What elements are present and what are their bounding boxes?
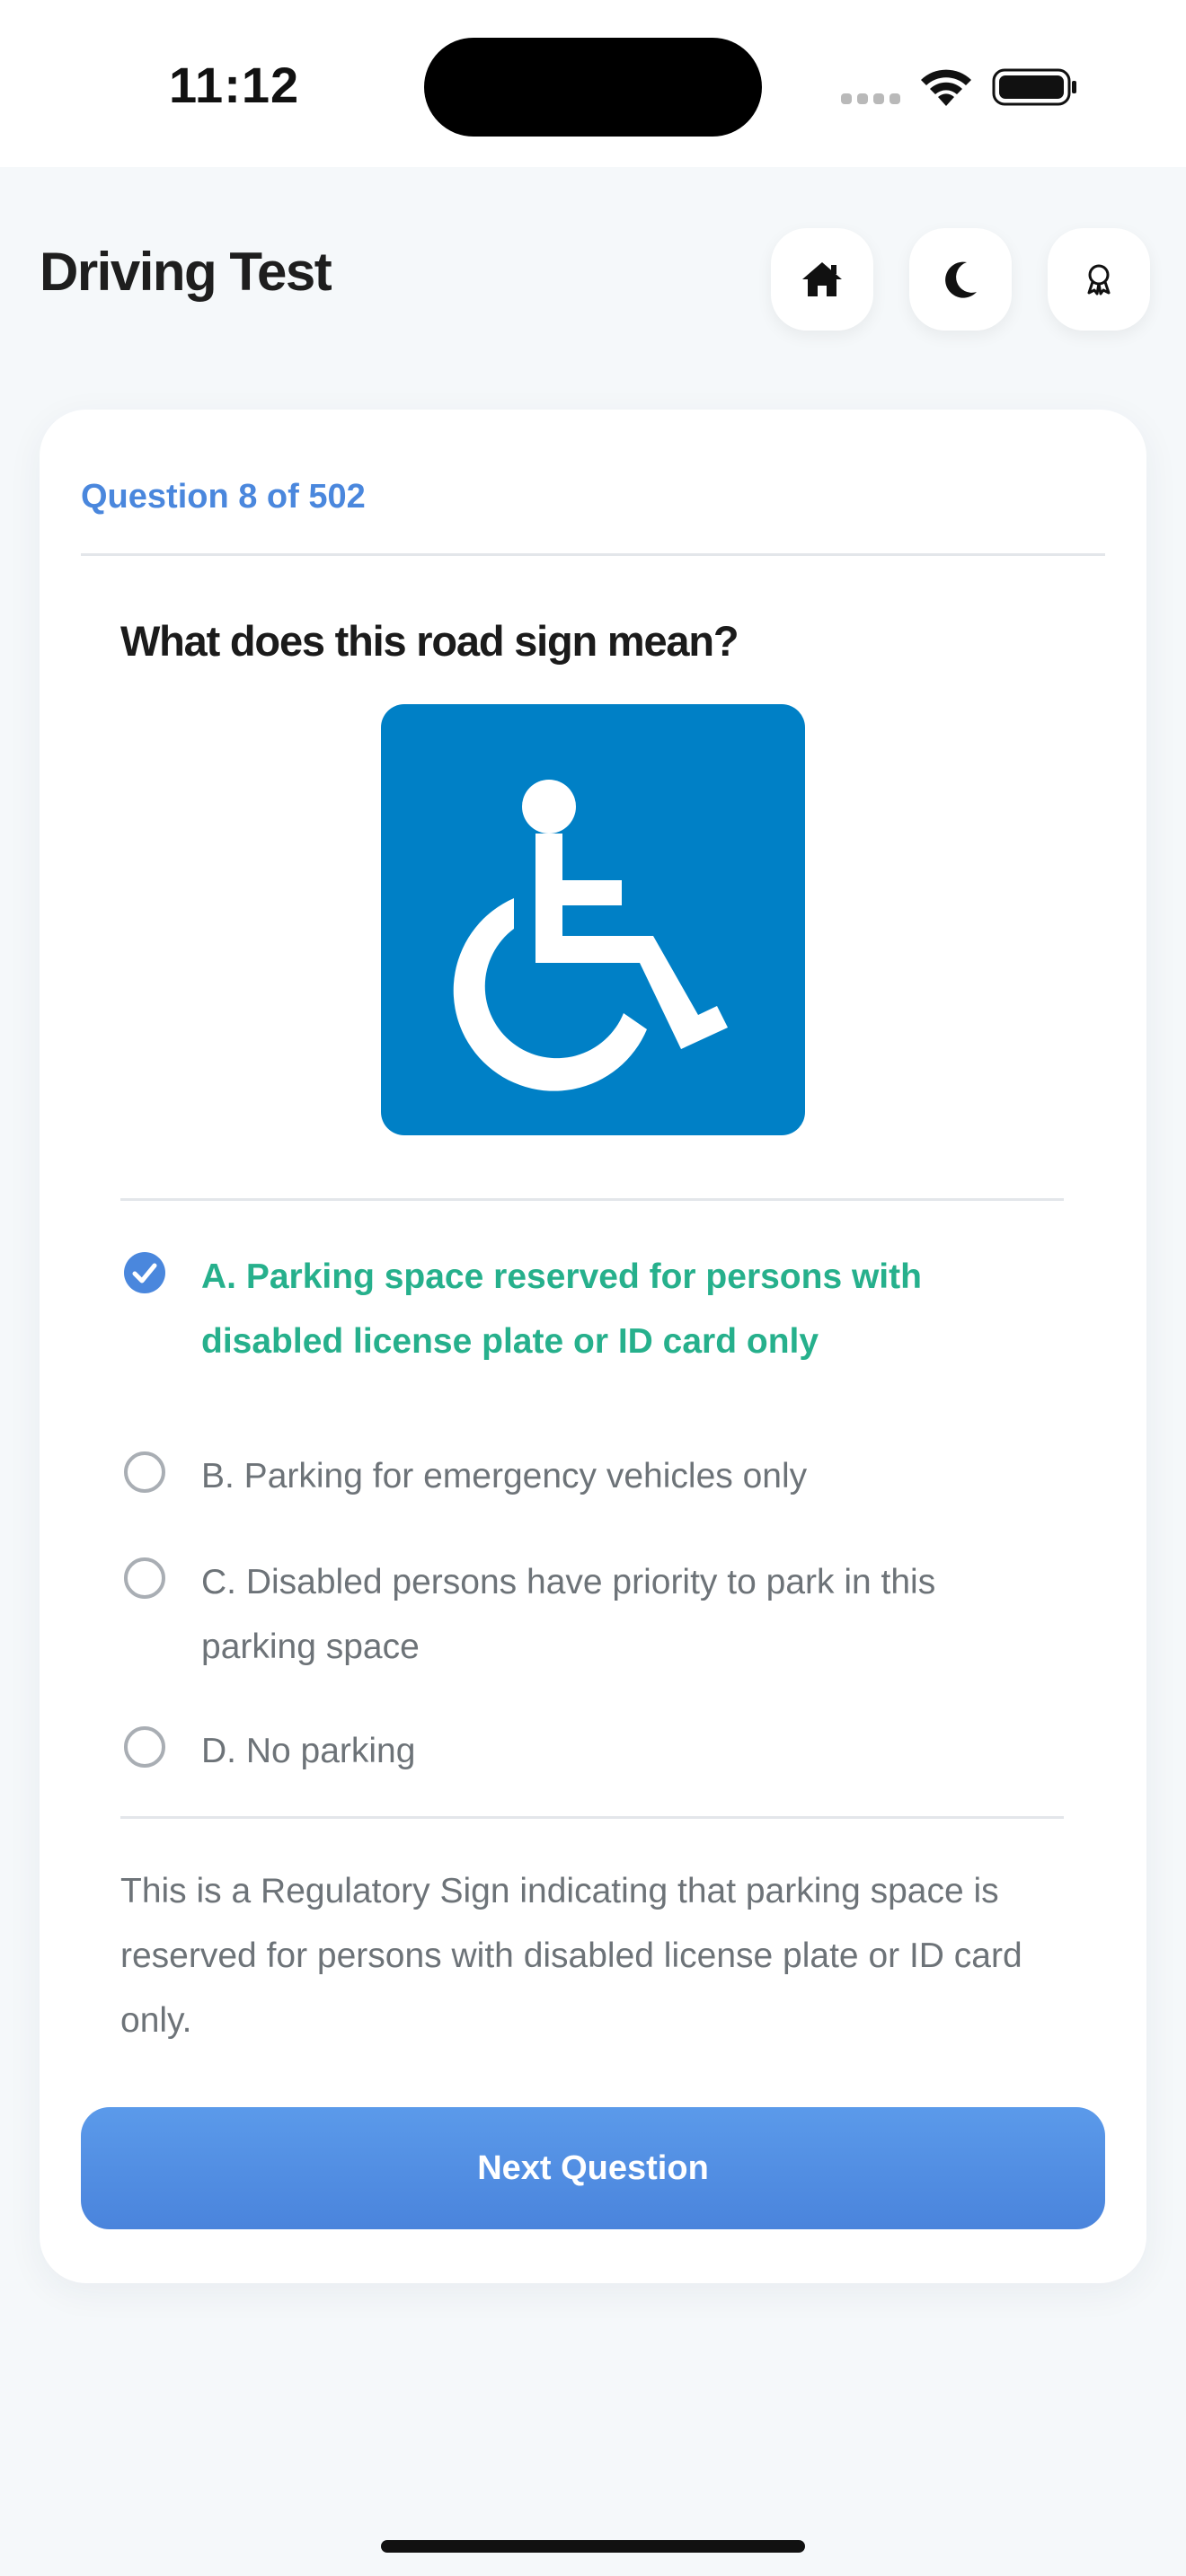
- option-d-label: D. No parking: [201, 1732, 416, 1770]
- option-a[interactable]: A. Parking space reserved for persons wi…: [124, 1245, 1076, 1380]
- award-icon: [1087, 264, 1111, 296]
- status-time: 11:12: [169, 57, 300, 113]
- cellular-signal-icon: [841, 93, 900, 104]
- radio-empty-icon: [124, 1726, 165, 1768]
- app-title: Driving Test: [40, 242, 332, 302]
- divider: [81, 553, 1105, 556]
- check-circle-icon: [124, 1252, 165, 1293]
- achievements-button[interactable]: [1048, 228, 1150, 331]
- question-text: What does this road sign mean?: [120, 617, 739, 665]
- home-indicator[interactable]: [381, 2540, 805, 2553]
- question-counter: Question 8 of 502: [81, 478, 366, 516]
- radio-empty-icon: [124, 1557, 165, 1599]
- option-c[interactable]: C. Disabled persons have priority to par…: [124, 1550, 1076, 1685]
- next-question-button[interactable]: Next Question: [81, 2107, 1105, 2229]
- wifi-icon: [921, 69, 971, 106]
- battery-icon: [992, 68, 1076, 106]
- dynamic-island: [424, 38, 762, 137]
- status-bar: 11:12: [0, 0, 1186, 167]
- answer-explanation: This is a Regulatory Sign indicating tha…: [120, 1872, 1022, 2040]
- option-d[interactable]: D. No parking: [124, 1719, 1076, 1784]
- home-icon: [802, 262, 842, 296]
- option-b[interactable]: B. Parking for emergency vehicles only: [124, 1444, 1076, 1509]
- question-card: Question 8 of 502 What does this road si…: [40, 410, 1146, 2283]
- radio-empty-icon: [124, 1451, 165, 1493]
- home-button[interactable]: [771, 228, 873, 331]
- dark-mode-button[interactable]: [909, 228, 1012, 331]
- divider: [120, 1198, 1064, 1201]
- divider: [120, 1816, 1064, 1819]
- moon-icon: [945, 261, 977, 298]
- wheelchair-accessible-sign-image: [381, 704, 805, 1135]
- option-b-label: B. Parking for emergency vehicles only: [201, 1457, 808, 1495]
- option-a-label: A. Parking space reserved for persons wi…: [201, 1257, 922, 1361]
- option-c-label: C. Disabled persons have priority to par…: [201, 1563, 936, 1666]
